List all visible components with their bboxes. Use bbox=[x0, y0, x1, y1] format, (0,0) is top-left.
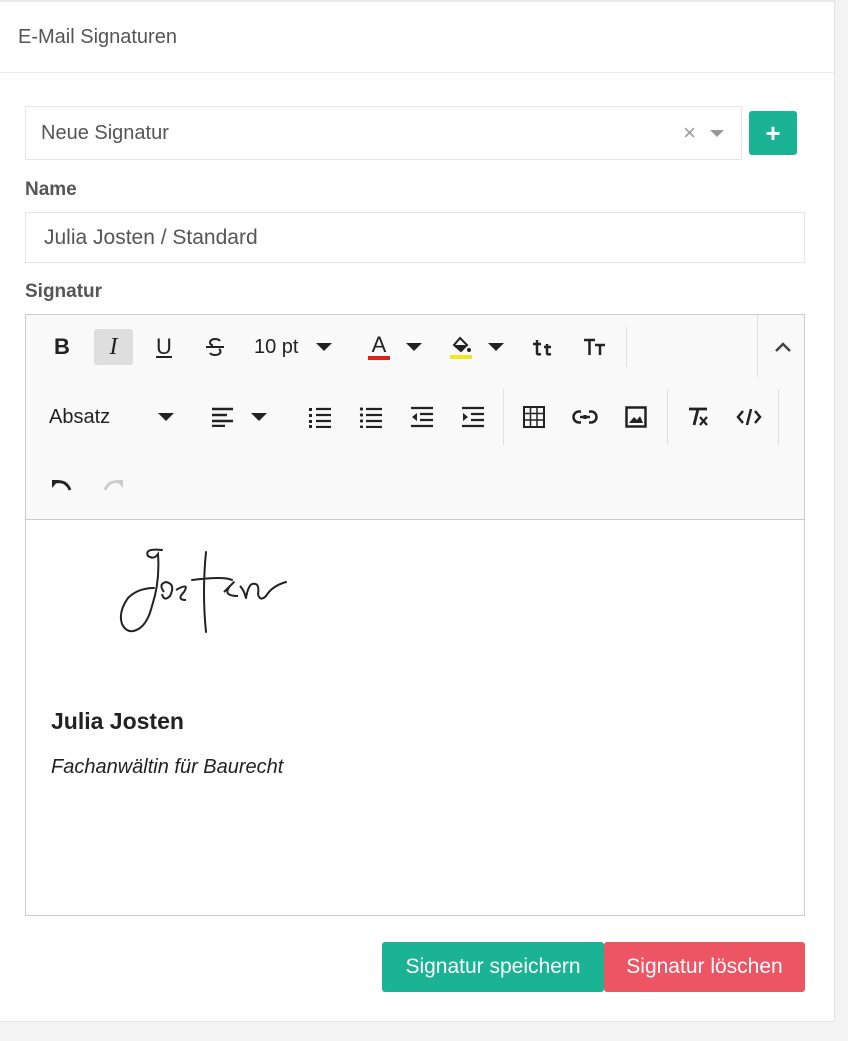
collapse-icon[interactable] bbox=[764, 329, 802, 365]
toolbar-separator bbox=[778, 389, 779, 445]
font-size-value: 10 pt bbox=[254, 335, 299, 358]
text-color-bar bbox=[368, 356, 390, 360]
link-icon[interactable] bbox=[569, 399, 601, 435]
signature-select-value: Neue Signatur bbox=[41, 121, 169, 144]
bold-icon[interactable]: B bbox=[46, 329, 78, 365]
block-format-select[interactable]: Absatz bbox=[44, 399, 178, 435]
chevron-down-icon bbox=[406, 343, 422, 351]
editor-content[interactable]: Julia Josten Fachanwältin für Baurecht bbox=[26, 520, 804, 916]
table-icon[interactable] bbox=[518, 399, 550, 435]
signature-editor: B I U 10 pt A Absatz Julia Josten Fachan… bbox=[25, 314, 805, 916]
toolbar-separator bbox=[626, 327, 627, 367]
toolbar-separator bbox=[667, 389, 668, 445]
text-color-letter: A bbox=[371, 332, 387, 357]
indent-icon[interactable] bbox=[457, 399, 489, 435]
name-field[interactable]: Julia Josten / Standard bbox=[25, 212, 805, 263]
chevron-down-icon bbox=[488, 343, 504, 351]
highlight-color-bar bbox=[450, 355, 472, 359]
outdent-icon[interactable] bbox=[406, 399, 438, 435]
numbered-list-icon[interactable] bbox=[304, 399, 336, 435]
code-icon[interactable] bbox=[733, 399, 765, 435]
undo-icon[interactable] bbox=[46, 469, 78, 505]
image-icon[interactable] bbox=[620, 399, 652, 435]
signature-panel: E-Mail Signaturen Neue Signatur × + Name… bbox=[0, 0, 835, 1022]
chevron-down-icon bbox=[316, 343, 333, 351]
save-signature-button[interactable]: Signatur speichern bbox=[382, 942, 604, 992]
handwritten-signature-image bbox=[119, 548, 287, 633]
font-size-select[interactable]: 10 pt bbox=[254, 329, 342, 365]
lowercase-icon[interactable] bbox=[528, 329, 560, 365]
toolbar-separator bbox=[757, 315, 758, 377]
chevron-down-icon bbox=[158, 413, 174, 421]
block-format-value: Absatz bbox=[49, 405, 111, 428]
add-signature-button[interactable]: + bbox=[749, 111, 797, 155]
editor-toolbar: B I U 10 pt A Absatz bbox=[26, 315, 804, 520]
highlight-icon[interactable] bbox=[450, 329, 512, 365]
chevron-down-icon[interactable] bbox=[710, 129, 724, 137]
clear-icon[interactable]: × bbox=[683, 122, 696, 144]
signature-label: Signatur bbox=[25, 281, 103, 302]
toolbar-separator bbox=[503, 389, 504, 445]
signature-name: Julia Josten bbox=[51, 708, 184, 734]
text-color-icon[interactable]: A bbox=[368, 329, 430, 365]
panel-header: E-Mail Signaturen bbox=[0, 0, 834, 73]
chevron-down-icon bbox=[251, 413, 267, 421]
bullet-list-icon[interactable] bbox=[355, 399, 387, 435]
capitalize-icon[interactable] bbox=[579, 329, 611, 365]
name-label: Name bbox=[25, 179, 77, 200]
signature-title: Fachanwältin für Baurecht bbox=[51, 756, 284, 778]
italic-icon[interactable]: I bbox=[94, 329, 133, 365]
underline-icon[interactable]: U bbox=[148, 329, 180, 365]
page-title: E-Mail Signaturen bbox=[18, 25, 177, 48]
signature-select[interactable]: Neue Signatur × bbox=[25, 106, 742, 160]
delete-signature-button[interactable]: Signatur löschen bbox=[604, 942, 805, 992]
redo-icon[interactable] bbox=[97, 469, 129, 505]
clear-format-icon[interactable] bbox=[682, 399, 714, 435]
strikethrough-icon[interactable] bbox=[199, 329, 231, 365]
align-left-icon[interactable] bbox=[211, 399, 275, 435]
